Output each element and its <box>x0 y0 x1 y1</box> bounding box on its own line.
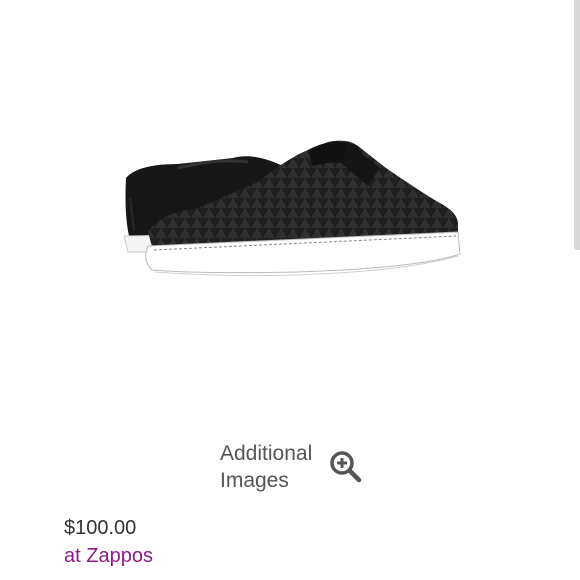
additional-images-line1: Additional <box>220 442 313 465</box>
product-image[interactable] <box>118 128 468 288</box>
product-page: Additional Images $100.00 at Zappos <box>0 0 580 580</box>
retailer-link[interactable]: at Zappos <box>64 545 153 568</box>
product-price: $100.00 <box>64 517 137 539</box>
zoom-in-icon[interactable] <box>328 449 364 485</box>
additional-images-line2: Images <box>220 469 289 492</box>
additional-images-button[interactable]: Additional Images <box>220 440 364 494</box>
additional-images-label: Additional Images <box>220 440 312 494</box>
scroll-indicator[interactable] <box>574 0 580 250</box>
